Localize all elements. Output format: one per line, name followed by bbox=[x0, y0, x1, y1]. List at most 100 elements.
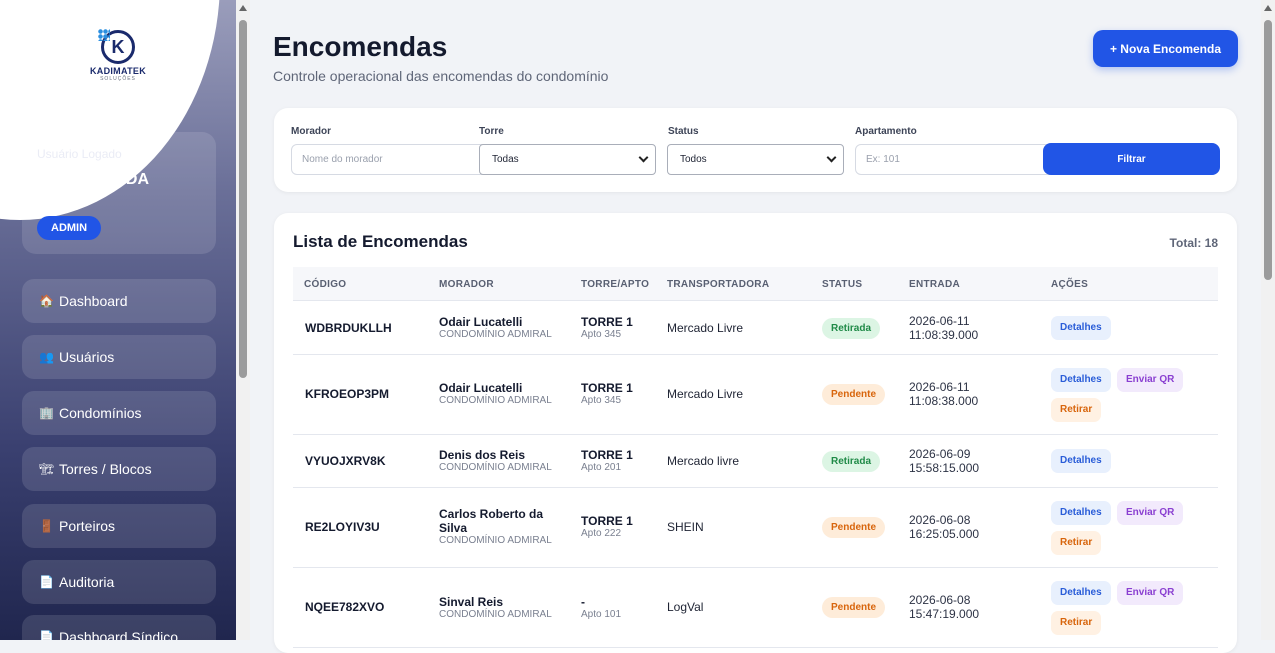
table-row[interactable]: NQEE782XVO Sinval Reis CONDOMÍNIO ADMIRA… bbox=[293, 568, 1218, 648]
list-title: Lista de Encomendas bbox=[293, 232, 468, 251]
status-badge: Retirada bbox=[822, 318, 881, 339]
status-badge: Pendente bbox=[822, 517, 886, 538]
table-row[interactable]: RE2LOYIV3U Carlos Roberto da Silva CONDO… bbox=[293, 488, 1218, 568]
condominium-name: CONDOMÍNIO ADMIRAL bbox=[439, 462, 552, 473]
withdraw-button[interactable]: Retirar bbox=[1051, 398, 1102, 422]
tower-cell: TORRE 1 Apto 345 bbox=[581, 315, 633, 341]
carrier: Mercado livre bbox=[667, 454, 740, 468]
new-package-button[interactable]: + Nova Encomenda bbox=[1093, 30, 1238, 67]
sidebar-item-porteiros[interactable]: 🚪 Porteiros bbox=[22, 504, 216, 548]
k-logo-icon: K bbox=[98, 29, 135, 64]
building-icon: 🏢 bbox=[39, 406, 54, 420]
condominium-name: CONDOMÍNIO ADMIRAL bbox=[439, 535, 552, 546]
scroll-up-arrow-icon[interactable] bbox=[1264, 5, 1272, 11]
resident-cell: Sinval Reis CONDOMÍNIO ADMIRAL bbox=[439, 595, 552, 621]
column-header: STATUS bbox=[822, 279, 863, 290]
sidebar-item-condominios[interactable]: 🏢 Condomínios bbox=[22, 391, 216, 435]
tower-cell: - Apto 101 bbox=[581, 595, 621, 621]
entry-date: 2026-06-08 bbox=[909, 593, 971, 607]
tower-cell: TORRE 1 Apto 201 bbox=[581, 448, 633, 474]
sidebar-scrollbar[interactable] bbox=[236, 0, 250, 640]
tower-name: TORRE 1 bbox=[581, 448, 633, 462]
user-card: Usuário Logado HENRIQUE DA SILVA ADMIN bbox=[22, 132, 216, 254]
table-row[interactable]: WDBRDUKLLH Odair Lucatelli CONDOMÍNIO AD… bbox=[293, 302, 1218, 355]
sidebar-item-label: Condomínios bbox=[59, 405, 142, 421]
apartamento-label: Apartamento bbox=[855, 126, 917, 137]
sidebar-item-torres[interactable]: 🏗 Torres / Blocos bbox=[22, 447, 216, 491]
table-header: CÓDIGO MORADOR TORRE/APTO TRANSPORTADORA… bbox=[293, 267, 1218, 301]
package-code: WDBRDUKLLH bbox=[305, 321, 392, 335]
resident-name: Sinval Reis bbox=[439, 595, 504, 609]
status-label: Status bbox=[668, 126, 699, 137]
carrier: LogVal bbox=[667, 600, 704, 614]
column-header: ENTRADA bbox=[909, 279, 960, 290]
scrollbar-thumb[interactable] bbox=[239, 20, 247, 378]
entry-datetime: 2026-06-11 11:08:38.000 bbox=[909, 380, 978, 408]
torre-select[interactable]: Todas bbox=[479, 144, 656, 175]
entry-time: 16:25:05.000 bbox=[909, 527, 980, 541]
role-badge: ADMIN bbox=[37, 216, 102, 240]
details-button[interactable]: Detalhes bbox=[1051, 449, 1111, 473]
logo-subtitle: SOLUÇÕES bbox=[100, 76, 136, 82]
apartment: Apto 201 bbox=[581, 462, 622, 473]
package-code: VYUOJXRV8K bbox=[305, 454, 386, 468]
scrollbar-thumb[interactable] bbox=[1264, 20, 1272, 280]
door-icon: 🚪 bbox=[39, 519, 54, 533]
status-badge: Retirada bbox=[822, 451, 881, 472]
resident-name: Odair Lucatelli bbox=[439, 315, 523, 329]
entry-datetime: 2026-06-08 15:47:19.000 bbox=[909, 593, 979, 621]
details-button[interactable]: Detalhes bbox=[1051, 316, 1111, 340]
sidebar-item-usuarios[interactable]: 👥 Usuários bbox=[22, 335, 216, 379]
carrier: SHEIN bbox=[667, 520, 704, 534]
resident-name: Denis dos Reis bbox=[439, 448, 526, 462]
sidebar-item-dashboard-sindico[interactable]: 📄 Dashboard Síndico bbox=[22, 615, 216, 640]
table-row[interactable]: KFROEOP3PM Odair Lucatelli CONDOMÍNIO AD… bbox=[293, 355, 1218, 435]
entry-time: 15:58:15.000 bbox=[909, 461, 980, 475]
column-header: TORRE/APTO bbox=[581, 279, 650, 290]
send-qr-button[interactable]: Enviar QR bbox=[1117, 581, 1184, 605]
package-code: RE2LOYIV3U bbox=[305, 520, 380, 534]
send-qr-button[interactable]: Enviar QR bbox=[1117, 368, 1184, 392]
details-button[interactable]: Detalhes bbox=[1051, 581, 1111, 605]
condominium-name: CONDOMÍNIO ADMIRAL bbox=[439, 395, 552, 406]
torre-select-value: Todas bbox=[492, 154, 519, 165]
filter-button[interactable]: Filtrar bbox=[1043, 143, 1220, 175]
sidebar-item-label: Dashboard Síndico bbox=[59, 629, 179, 640]
house-icon: 🏠 bbox=[39, 294, 54, 308]
main-scrollbar[interactable] bbox=[1261, 0, 1275, 640]
entry-time: 15:47:19.000 bbox=[909, 607, 980, 621]
filter-card: Morador Nome do morador Torre Todas Stat… bbox=[274, 108, 1237, 192]
send-qr-button[interactable]: Enviar QR bbox=[1117, 501, 1184, 525]
sidebar-item-dashboard[interactable]: 🏠 Dashboard bbox=[22, 279, 216, 323]
logo-name: KADIMATEK bbox=[89, 66, 147, 76]
tower-cell: TORRE 1 Apto 222 bbox=[581, 514, 633, 540]
withdraw-button[interactable]: Retirar bbox=[1051, 611, 1102, 635]
column-header: AÇÕES bbox=[1051, 279, 1089, 290]
morador-input[interactable]: Nome do morador bbox=[291, 144, 491, 175]
resident-name: Carlos Roberto da Silva bbox=[439, 507, 544, 535]
status-select-value: Todos bbox=[680, 154, 707, 165]
column-header: TRANSPORTADORA bbox=[667, 279, 770, 290]
sidebar-item-auditoria[interactable]: 📄 Auditoria bbox=[22, 560, 216, 604]
tower-name: TORRE 1 bbox=[581, 315, 633, 329]
chevron-down-icon bbox=[826, 152, 837, 163]
scroll-up-arrow-icon[interactable] bbox=[239, 5, 247, 11]
details-button[interactable]: Detalhes bbox=[1051, 368, 1111, 392]
page-subtitle: Controle operacional das encomendas do c… bbox=[273, 68, 609, 84]
table-row[interactable]: VYUOJXRV8K Denis dos Reis CONDOMÍNIO ADM… bbox=[293, 435, 1218, 488]
status-badge: Pendente bbox=[822, 384, 886, 405]
entry-date: 2026-06-11 bbox=[909, 314, 970, 328]
kadimatek-logo[interactable]: K KADIMATEK SOLUÇÕES bbox=[86, 29, 150, 82]
carrier: Mercado Livre bbox=[667, 387, 744, 401]
list-total: Total: 18 bbox=[1169, 236, 1218, 250]
condominium-name: CONDOMÍNIO ADMIRAL bbox=[439, 329, 552, 340]
apartamento-input[interactable]: Ex: 101 bbox=[855, 144, 1055, 175]
details-button[interactable]: Detalhes bbox=[1051, 501, 1111, 525]
withdraw-button[interactable]: Retirar bbox=[1051, 531, 1102, 555]
entry-time: 11:08:39.000 bbox=[909, 328, 979, 342]
sidebar-item-label: Dashboard bbox=[59, 293, 128, 309]
resident-cell: Odair Lucatelli CONDOMÍNIO ADMIRAL bbox=[439, 381, 552, 407]
column-header: MORADOR bbox=[439, 279, 494, 290]
crane-icon: 🏗 bbox=[39, 462, 55, 476]
status-select[interactable]: Todos bbox=[667, 144, 844, 175]
